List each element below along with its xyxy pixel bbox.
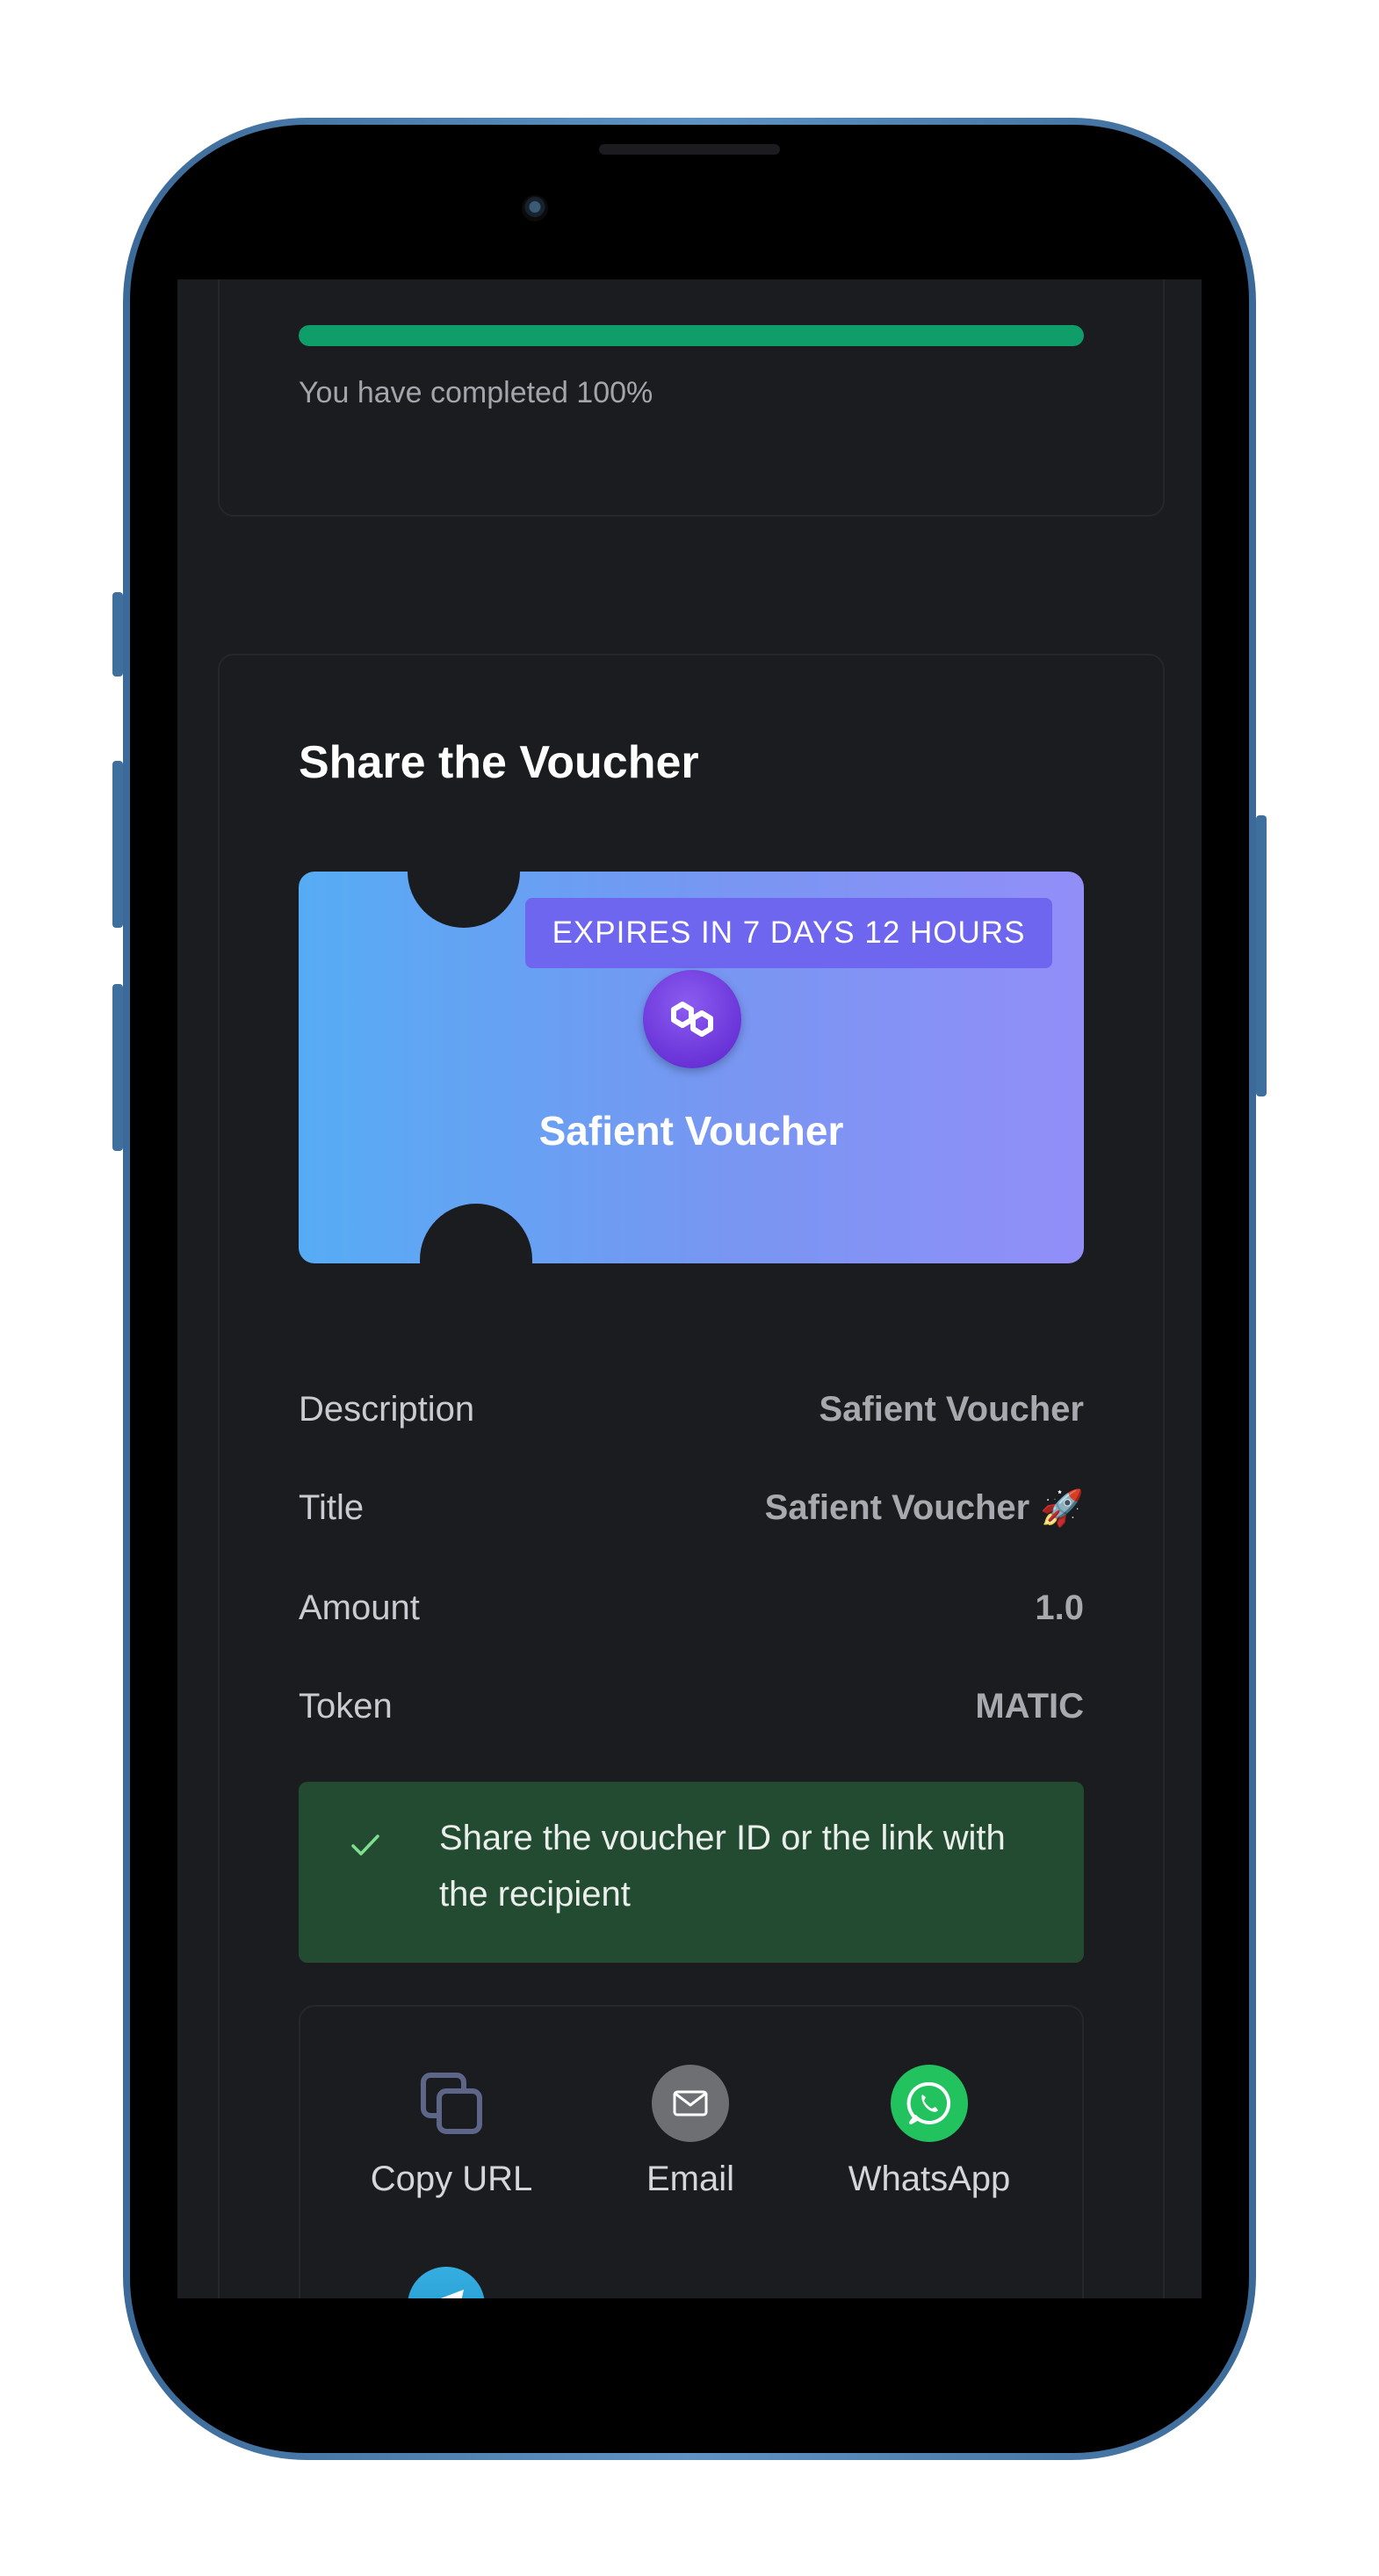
progress-text: You have completed 100% <box>299 376 653 409</box>
detail-row-token: Token MATIC <box>299 1680 1084 1733</box>
telegram-button[interactable] <box>408 2267 485 2298</box>
detail-label: Token <box>299 1686 393 1726</box>
email-label: Email <box>646 2160 735 2198</box>
detail-label: Title <box>299 1487 365 1527</box>
copy-url-label: Copy URL <box>370 2160 533 2198</box>
power-button <box>1256 815 1267 1096</box>
voucher-ticket: EXPIRES IN 7 DAYS 12 HOURS Safient Vouch… <box>299 872 1084 1263</box>
whatsapp-button[interactable]: WhatsApp <box>833 2065 1026 2199</box>
copy-url-button[interactable]: Copy URL <box>355 2065 548 2199</box>
detail-label: Description <box>299 1389 475 1429</box>
detail-value-text: MATIC <box>975 1686 1084 1726</box>
detail-value: MATIC <box>975 1687 1084 1726</box>
share-instructions-alert: Share the voucher ID or the link with th… <box>299 1782 1084 1963</box>
voucher-name: Safient Voucher <box>538 1108 844 1154</box>
app-screen: You have completed 100% Share the Vouche… <box>177 279 1202 2298</box>
expires-badge: EXPIRES IN 7 DAYS 12 HOURS <box>525 898 1052 968</box>
detail-value: 1.0 <box>1035 1588 1084 1628</box>
share-options-panel: Copy URL Email WhatsApp <box>299 2005 1084 2298</box>
volume-up-button <box>112 761 123 928</box>
share-title: Share the Voucher <box>299 737 699 788</box>
detail-value-text: Safient Voucher <box>764 1487 1030 1527</box>
ticket-notch-top <box>408 872 520 928</box>
detail-row-title: Title Safient Voucher 🚀 <box>299 1481 1084 1534</box>
whatsapp-icon <box>891 2065 968 2142</box>
front-camera <box>522 195 548 221</box>
progress-bar-fill <box>299 325 1084 346</box>
detail-value-text: 1.0 <box>1035 1588 1084 1627</box>
copy-icon <box>413 2065 490 2142</box>
detail-value-text: Safient Voucher <box>819 1389 1084 1429</box>
detail-row-description: Description Safient Voucher <box>299 1383 1084 1436</box>
detail-value: Safient Voucher <box>819 1390 1084 1429</box>
whatsapp-label: WhatsApp <box>848 2160 1011 2198</box>
polygon-logo-icon <box>643 970 741 1068</box>
email-button[interactable]: Email <box>594 2065 787 2199</box>
alert-text: Share the voucher ID or the link with th… <box>439 1819 1006 1914</box>
ticket-notch-bottom <box>420 1204 532 1263</box>
progress-bar <box>299 325 1084 346</box>
detail-value: Safient Voucher 🚀 <box>765 1487 1084 1529</box>
speaker-grille <box>599 144 780 155</box>
check-icon <box>351 1834 379 1856</box>
rocket-emoji-icon: 🚀 <box>1040 1488 1084 1528</box>
volume-down-button <box>112 984 123 1151</box>
telegram-icon <box>440 2290 464 2298</box>
email-icon <box>652 2065 729 2142</box>
detail-row-amount: Amount 1.0 <box>299 1581 1084 1634</box>
detail-label: Amount <box>299 1588 420 1627</box>
action-button <box>112 592 123 677</box>
